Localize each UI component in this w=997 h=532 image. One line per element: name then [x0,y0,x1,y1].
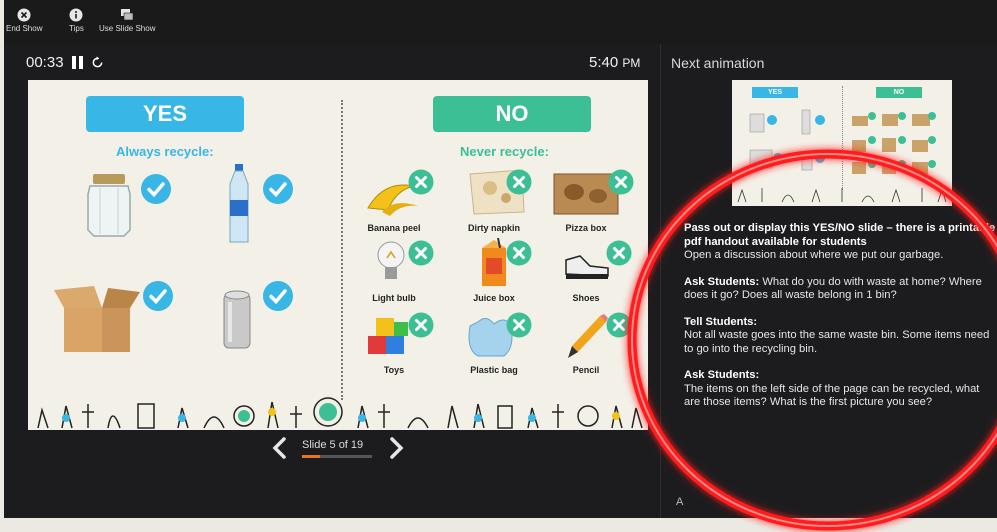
item-caption: Juice box [473,293,515,303]
close-circle-icon [17,8,31,22]
slide-navigator: Slide 5 of 19 [272,434,412,464]
shoes-image [565,255,609,279]
check-icon [141,174,171,204]
item-caption: Toys [383,365,405,375]
never-recycle-label: Never recycle: [460,144,549,159]
item-caption: Plastic bag [470,365,518,375]
item-caption: Pizza box [565,223,607,233]
tips-button[interactable]: Tips [69,8,84,33]
preview-no-heading: NO [876,87,922,98]
clock-ampm: PM [622,56,641,70]
slide-counter: Slide 5 of 19 [302,439,364,451]
preview-yes-heading: YES [752,87,798,98]
no-heading: NO [433,96,591,132]
item-caption: Banana peel [367,223,421,233]
elapsed-timer: 00:33 [26,54,104,71]
next-animation-label: Next animation [671,55,765,71]
chevron-left-icon[interactable] [272,437,288,459]
item-caption: Dirty napkin [467,223,520,233]
item-caption: Pencil [572,365,600,375]
use-slide-show-label: Use Slide Show [99,24,156,33]
end-show-label: End Show [6,24,43,33]
timer-value: 00:33 [26,54,64,71]
x-mark-icon [408,169,434,195]
toys-image [368,318,408,354]
always-recycle-label: Always recycle: [116,144,214,159]
item-caption: Light bulb [372,293,416,303]
slides-icon [121,9,134,21]
reset-icon[interactable] [91,56,104,69]
item-caption: Shoes [572,293,600,303]
pencil-image [568,314,608,358]
end-show-button[interactable]: End Show [6,8,42,33]
x-mark-icon [506,240,532,266]
x-mark-icon [408,240,434,266]
cardboard-box-image [54,286,140,352]
use-slide-show-button[interactable]: Use Slide Show [99,8,155,33]
current-slide: YES NO Always recycle: Never recycle: Ba… [28,80,648,430]
glass-jar-image [87,174,131,237]
slide-progress-bar [302,455,372,458]
yes-heading: YES [86,96,244,132]
aluminum-can-image [223,290,251,349]
check-icon [263,281,293,311]
doodle-border-image [37,397,643,429]
highlight-circle [627,149,997,531]
info-icon [69,8,83,22]
check-icon [143,281,173,311]
slide-progress-fill [302,455,321,458]
check-icon [263,174,293,204]
current-time: 5:40 PM [589,54,640,71]
chevron-right-icon[interactable] [388,437,404,459]
plastic-bottle-image [229,164,249,243]
tips-label: Tips [69,24,84,33]
clock-time: 5:40 [589,54,619,71]
column-divider [341,100,343,400]
pause-icon[interactable] [71,56,83,69]
x-mark-icon [506,312,532,338]
x-mark-icon [408,312,434,338]
light-bulb-image [377,241,405,279]
toolbar: End Show Tips Use Slide Show [4,0,997,44]
x-mark-icon [506,169,532,195]
